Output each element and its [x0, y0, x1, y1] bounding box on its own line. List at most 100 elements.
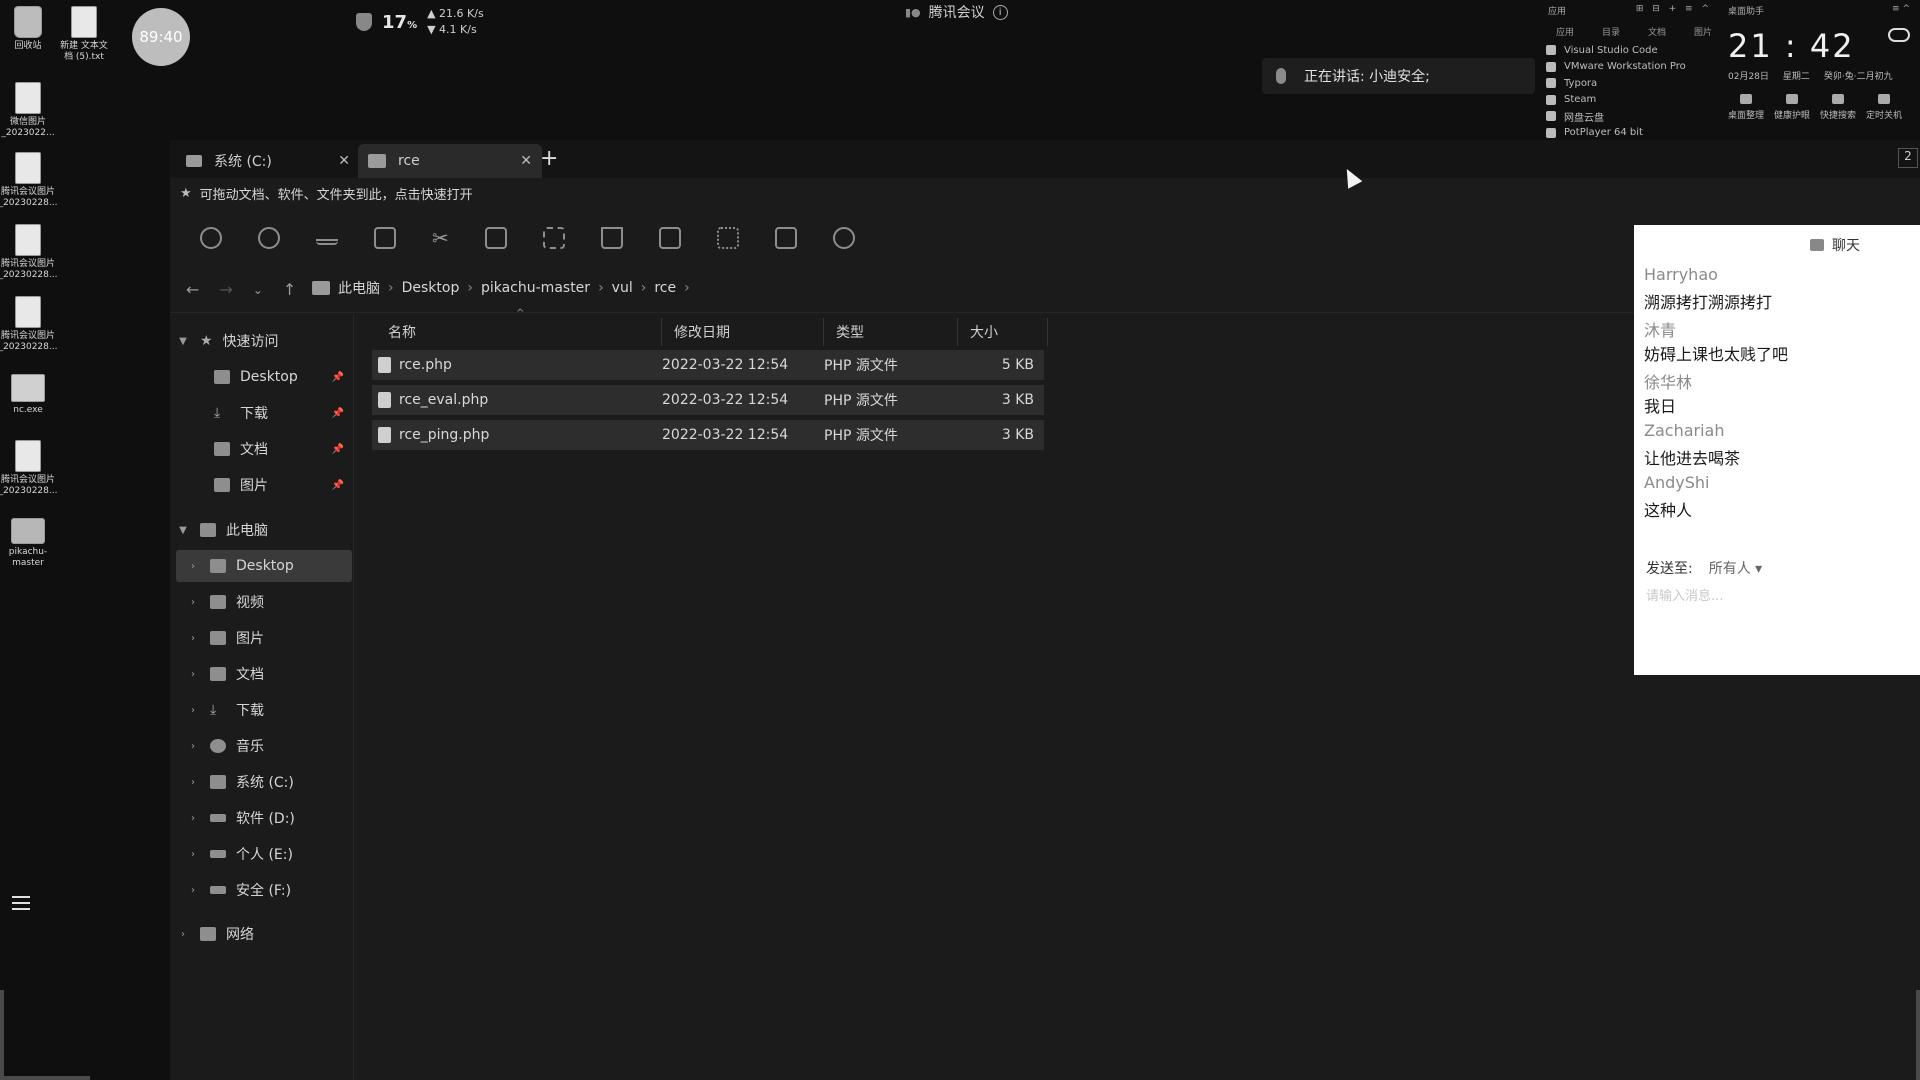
forward-icon[interactable]: →	[219, 280, 232, 299]
properties-icon[interactable]	[774, 227, 797, 249]
column-header-name[interactable]: 名称	[376, 318, 662, 346]
paste-icon[interactable]	[484, 227, 507, 249]
crop-icon[interactable]	[716, 227, 739, 249]
sidebar-item-pc-documents[interactable]: › 文档	[176, 658, 352, 690]
cut-icon[interactable]: ✂	[432, 226, 449, 250]
desktop-icon-image[interactable]: 腾讯会议图片_20230228...	[0, 224, 57, 281]
tool-shutdown-timer[interactable]: 定时关机	[1866, 94, 1902, 121]
chevron-right-icon[interactable]: ›	[186, 669, 200, 680]
info-icon[interactable]: i	[992, 4, 1008, 20]
chevron-right-icon[interactable]: ›	[186, 741, 200, 752]
desktop-icon-folder[interactable]: pikachu-master	[0, 518, 56, 569]
column-header-size[interactable]: 大小	[958, 318, 1048, 346]
apps-tab[interactable]: 目录	[1602, 25, 1620, 38]
widget-menu-icon[interactable]: ≡ ^	[1892, 4, 1910, 17]
chevron-right-icon[interactable]: ›	[186, 561, 200, 572]
chevron-right-icon[interactable]: ›	[186, 597, 200, 608]
new-tab-button[interactable]: +	[540, 146, 558, 171]
sidebar-item-pc-pictures[interactable]: › 图片	[176, 622, 352, 654]
desktop-icon-image[interactable]: 腾讯会议图片_20230228...	[0, 296, 57, 353]
meeting-timer[interactable]: 89:40	[132, 8, 190, 66]
sidebar-item-drive-c[interactable]: › 系统 (C:)	[176, 766, 352, 798]
chevron-right-icon[interactable]: ›	[186, 705, 200, 716]
desktop-icon-text-file[interactable]: 新建 文本文档 (5).txt	[56, 6, 112, 63]
chevron-right-icon[interactable]: ›	[186, 813, 200, 824]
desktop-icon-exe[interactable]: nc.exe	[0, 374, 56, 416]
sidebar-item-videos[interactable]: › 视频	[176, 586, 352, 618]
back-icon[interactable]: ←	[186, 280, 199, 299]
tool-eye-care[interactable]: 健康护眼	[1774, 94, 1810, 121]
sidebar-item-drive-e[interactable]: › 个人 (E:)	[176, 838, 352, 870]
sidebar-item-documents[interactable]: 文档 📌	[176, 433, 352, 465]
app-shortcut[interactable]: Steam	[1540, 92, 1720, 109]
chat-input[interactable]: 请输入消息...	[1646, 585, 1723, 604]
sidebar-item-this-pc[interactable]: ▼ 此电脑	[176, 514, 352, 546]
sidebar-item-network[interactable]: › 网络	[176, 918, 352, 950]
desktop-icon-image[interactable]: 微信图片_2023022...	[0, 82, 56, 139]
app-shortcut[interactable]: 网盘云盘	[1540, 108, 1720, 125]
chevron-down-icon[interactable]: ▼	[176, 336, 190, 347]
app-shortcut[interactable]: PotPlayer 64 bit	[1540, 125, 1720, 142]
pin-icon[interactable]: 📌	[332, 372, 344, 383]
sidebar-item-label: 文档	[236, 667, 264, 683]
sidebar-item-pc-desktop[interactable]: › Desktop	[176, 550, 352, 582]
sidebar-item-pc-downloads[interactable]: › ⤓ 下载	[176, 694, 352, 726]
chevron-right-icon[interactable]: ›	[186, 885, 200, 896]
chevron-down-icon[interactable]: ⌄	[253, 283, 263, 297]
delete-icon[interactable]	[600, 227, 623, 249]
close-icon[interactable]: ✕	[338, 153, 350, 169]
app-shortcut[interactable]: Typora	[1540, 75, 1720, 92]
apps-tab[interactable]: 图片	[1694, 25, 1712, 38]
sidebar-item-drive-f[interactable]: › 安全 (F:)	[176, 874, 352, 906]
sidebar-item-music[interactable]: › 音乐	[176, 730, 352, 762]
tool-desktop-organize[interactable]: 桌面整理	[1728, 94, 1764, 121]
sidebar-item-quick-access[interactable]: ▼ ★ 快速访问	[176, 325, 352, 357]
apps-tab[interactable]: 应用	[1556, 25, 1574, 38]
table-row[interactable]: rce_eval.php 2022-03-22 12:54 PHP 源文件 3 …	[372, 385, 1044, 415]
sidebar-item-downloads[interactable]: ⤓ 下载 📌	[176, 397, 352, 429]
sidebar-item-pictures[interactable]: 图片 📌	[176, 469, 352, 501]
breadcrumb-item[interactable]: Desktop	[402, 280, 460, 296]
list-menu-icon[interactable]	[12, 896, 30, 914]
chevron-down-icon[interactable]: ▼	[176, 525, 190, 536]
up-icon[interactable]: ↑	[283, 280, 296, 299]
chevron-right-icon[interactable]: ›	[176, 929, 190, 940]
breadcrumb-item[interactable]: 此电脑	[338, 278, 380, 298]
page-indicator[interactable]: 2	[1898, 148, 1918, 168]
sidebar-item-drive-d[interactable]: › 软件 (D:)	[176, 802, 352, 834]
share-icon[interactable]	[658, 227, 681, 249]
pin-icon[interactable]: 📌	[332, 480, 344, 491]
chevron-right-icon[interactable]: ›	[186, 849, 200, 860]
column-header-date[interactable]: 修改日期	[662, 318, 824, 346]
pin-icon[interactable]: 📌	[332, 444, 344, 455]
tab-system-c[interactable]: 系统 (C:) ✕	[176, 144, 360, 178]
column-header-type[interactable]: 类型	[824, 318, 958, 346]
table-row[interactable]: rce_ping.php 2022-03-22 12:54 PHP 源文件 3 …	[372, 420, 1044, 450]
chevron-right-icon[interactable]: ›	[186, 777, 200, 788]
history-icon[interactable]	[258, 227, 280, 249]
desktop-icon-image[interactable]: 腾讯会议图片_20230228...	[0, 440, 57, 497]
app-shortcut[interactable]: Visual Studio Code	[1540, 42, 1720, 59]
breadcrumb-item[interactable]: pikachu-master	[481, 280, 590, 296]
view-icon[interactable]	[316, 231, 338, 245]
new-icon[interactable]	[200, 227, 222, 249]
widget-controls[interactable]: ⊞ ⊟ + ≡ ^	[1636, 4, 1712, 17]
pin-icon[interactable]: 📌	[332, 408, 344, 419]
chevron-right-icon[interactable]: ›	[186, 633, 200, 644]
copy-icon[interactable]	[374, 227, 396, 249]
tab-rce[interactable]: rce ✕	[358, 144, 542, 178]
desktop-icon-image[interactable]: 腾讯会议图片_20230228...	[0, 152, 57, 209]
close-icon[interactable]: ✕	[520, 153, 532, 169]
table-row[interactable]: rce.php 2022-03-22 12:54 PHP 源文件 5 KB	[372, 350, 1044, 380]
tool-quick-search[interactable]: 快捷搜索	[1820, 94, 1856, 121]
send-to-select[interactable]: 所有人 ▾	[1709, 558, 1762, 578]
breadcrumb-item[interactable]: vul	[612, 280, 633, 296]
breadcrumb-item[interactable]: rce	[654, 280, 676, 296]
app-shortcut[interactable]: VMware Workstation Pro	[1540, 59, 1720, 76]
refresh-icon[interactable]	[832, 227, 855, 249]
rename-icon[interactable]	[542, 227, 565, 249]
sidebar-item-desktop[interactable]: Desktop 📌	[176, 361, 352, 393]
apps-tab[interactable]: 文档	[1648, 25, 1666, 38]
desktop-icon-recycle-bin[interactable]: 回收站	[0, 6, 56, 52]
chat-title: 聊天	[1832, 238, 1860, 254]
